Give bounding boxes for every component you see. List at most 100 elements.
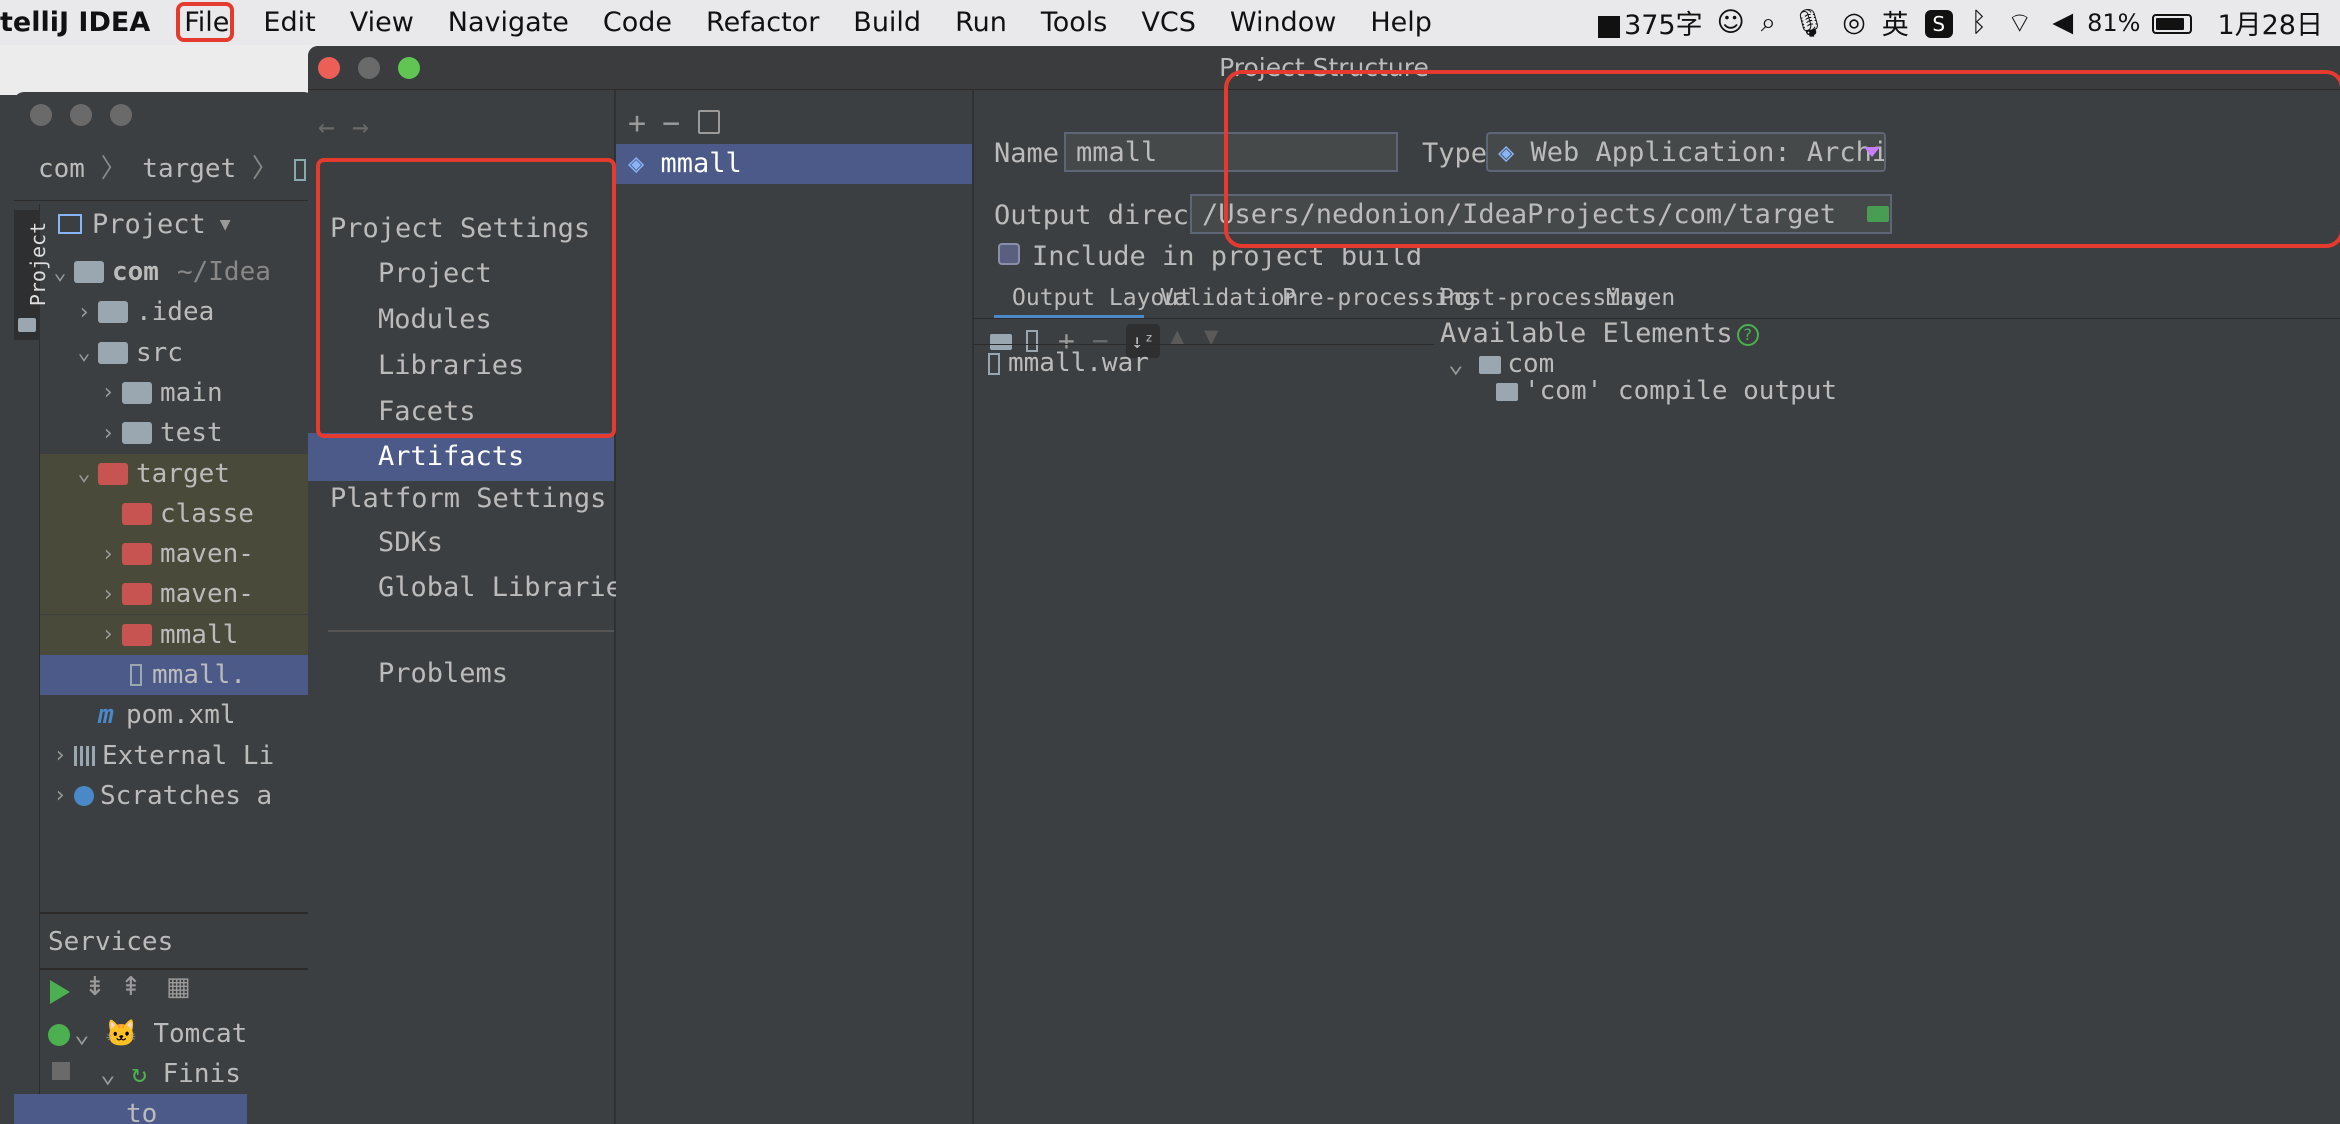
list-item[interactable]: ◈ mmall	[616, 144, 972, 184]
ime-english-indicator[interactable]: 英	[1874, 3, 1917, 42]
dialog-close-button[interactable]	[318, 57, 340, 79]
list-item[interactable]: to	[14, 1094, 248, 1124]
ide-minimize-button[interactable]	[70, 104, 92, 126]
group-icon[interactable]: ▦	[166, 972, 191, 1002]
run-icon[interactable]	[50, 980, 70, 1004]
stop-icon[interactable]	[52, 1062, 70, 1080]
menu-refactor[interactable]: Refactor	[689, 7, 836, 38]
menu-vcs[interactable]: VCS	[1124, 7, 1212, 38]
tree-label: main	[160, 377, 223, 408]
nav-item-sdks[interactable]: SDKs	[308, 521, 614, 565]
ide-close-button[interactable]	[30, 104, 52, 126]
breadcrumb-item[interactable]: com	[38, 154, 85, 184]
list-item[interactable]: mmall.war	[988, 348, 1149, 378]
expand-all-icon[interactable]: ⇟	[84, 972, 106, 1002]
nav-item-problems[interactable]: Problems	[308, 652, 614, 696]
menu-navigate[interactable]: Navigate	[431, 7, 586, 38]
tree-row[interactable]: m pom.xml	[40, 695, 314, 735]
tree-row[interactable]: ⌄ com	[1448, 349, 1554, 379]
chevron-down-icon[interactable]: ⌄	[1448, 349, 1479, 379]
collapse-all-icon[interactable]: ⇞	[120, 972, 142, 1002]
folder-icon	[122, 583, 152, 606]
wifi-icon[interactable]: ⌔	[1997, 6, 2042, 40]
dialog-zoom-button[interactable]	[398, 57, 420, 79]
chevron-right-icon[interactable]: ›	[70, 300, 98, 325]
tree-row[interactable]: ⌄ target	[40, 453, 314, 494]
menu-help[interactable]: Help	[1353, 7, 1449, 38]
tree-row[interactable]: › Scratches a	[40, 776, 314, 816]
app-name[interactable]: telliJ IDEA	[0, 7, 167, 38]
volume-icon[interactable]: ◀	[2042, 7, 2083, 38]
tree-label: pom.xml	[126, 700, 236, 731]
folder-icon	[18, 318, 36, 332]
tree-row[interactable]: ⌄ com ~/Idea	[40, 252, 314, 292]
add-icon[interactable]: +	[628, 106, 646, 141]
menu-window[interactable]: Window	[1213, 7, 1353, 38]
chevron-down-icon[interactable]: ⌄	[100, 1059, 131, 1089]
tree-row[interactable]: 'com' compile output	[1496, 376, 1837, 406]
service-name: Finis	[162, 1059, 241, 1089]
chevron-right-icon[interactable]: ›	[94, 421, 122, 446]
include-checkbox[interactable]	[998, 243, 1020, 265]
tab-validation[interactable]: Validation	[1160, 285, 1298, 311]
tree-row[interactable]: › main	[40, 373, 314, 413]
tree-row[interactable]: ⌄ src	[40, 333, 314, 373]
copy-icon[interactable]	[698, 110, 720, 134]
microphone-icon[interactable]: 🎙	[1784, 7, 1834, 39]
chevron-right-icon[interactable]: ›	[46, 783, 74, 808]
menu-build[interactable]: Build	[836, 7, 938, 38]
dialog-minimize-button[interactable]	[358, 57, 380, 79]
tree-row[interactable]: › maven-	[40, 574, 314, 615]
move-down-icon[interactable]: ▼	[1204, 322, 1218, 350]
chevron-down-icon[interactable]: ⌄	[74, 1019, 105, 1049]
back-arrow-icon[interactable]: ←	[318, 110, 335, 143]
wechat-icon[interactable]: ◎	[1834, 7, 1874, 38]
tab-maven[interactable]: Maven	[1606, 285, 1675, 311]
debug-icon[interactable]	[48, 1024, 70, 1046]
word-count-status[interactable]: 375字	[1592, 3, 1709, 42]
chevron-right-icon[interactable]: ›	[94, 542, 122, 567]
tree-row[interactable]: classe	[40, 493, 314, 534]
chevron-right-icon[interactable]: ›	[94, 380, 122, 405]
tree-label: classe	[160, 498, 254, 529]
tree-row[interactable]: › maven-	[40, 534, 314, 575]
chevron-down-icon[interactable]: ▼	[220, 214, 231, 235]
module-folder-icon	[1479, 355, 1502, 374]
list-item[interactable]: ⌄ 🐱 Tomcat	[74, 1014, 247, 1054]
menu-code[interactable]: Code	[586, 7, 689, 38]
tree-row[interactable]: › .idea	[40, 292, 314, 332]
word-count-text: 375字	[1624, 10, 1703, 41]
menu-tools[interactable]: Tools	[1024, 7, 1125, 38]
nav-item-artifacts[interactable]: Artifacts	[308, 433, 614, 481]
chevron-right-icon[interactable]: ›	[94, 582, 122, 607]
search-chat-icon[interactable]: ⌕	[1753, 7, 1784, 39]
help-icon[interactable]: ?	[1736, 323, 1759, 346]
bluetooth-icon[interactable]: ᛒ	[1961, 7, 1997, 38]
menu-view[interactable]: View	[333, 7, 431, 38]
tree-label: External Li	[102, 740, 275, 771]
chevron-right-icon[interactable]: ›	[94, 622, 122, 647]
ime-pen-icon	[1598, 15, 1621, 38]
tree-row[interactable]: mmall.	[40, 655, 314, 695]
chevron-down-icon[interactable]: ⌄	[70, 340, 98, 365]
remove-icon[interactable]: −	[662, 106, 680, 141]
tree-row[interactable]: › test	[40, 413, 314, 453]
tree-row[interactable]: › External Li	[40, 736, 314, 776]
chevron-right-icon[interactable]: ›	[46, 743, 74, 768]
list-item[interactable]: ⌄ ↻ Finis	[74, 1054, 247, 1094]
menu-edit[interactable]: Edit	[246, 7, 332, 38]
project-view-header[interactable]: Project ▼	[58, 204, 231, 244]
battery-icon[interactable]	[2144, 7, 2200, 38]
sogou-icon[interactable]: S	[1917, 7, 1961, 38]
menu-run[interactable]: Run	[938, 7, 1024, 38]
ide-zoom-button[interactable]	[110, 104, 132, 126]
tree-row[interactable]: › mmall	[40, 614, 314, 655]
emoji-status-icon[interactable]: ☺	[1709, 7, 1753, 38]
chevron-down-icon[interactable]: ⌄	[46, 260, 74, 285]
breadcrumb-item[interactable]: target	[142, 154, 236, 184]
clock-date[interactable]: 1月28日	[2200, 3, 2340, 42]
chevron-down-icon[interactable]: ⌄	[70, 461, 98, 486]
move-up-icon[interactable]: ▲	[1170, 322, 1184, 350]
nav-item-global-libraries[interactable]: Global Libraries	[308, 566, 638, 610]
forward-arrow-icon[interactable]: →	[352, 110, 369, 143]
